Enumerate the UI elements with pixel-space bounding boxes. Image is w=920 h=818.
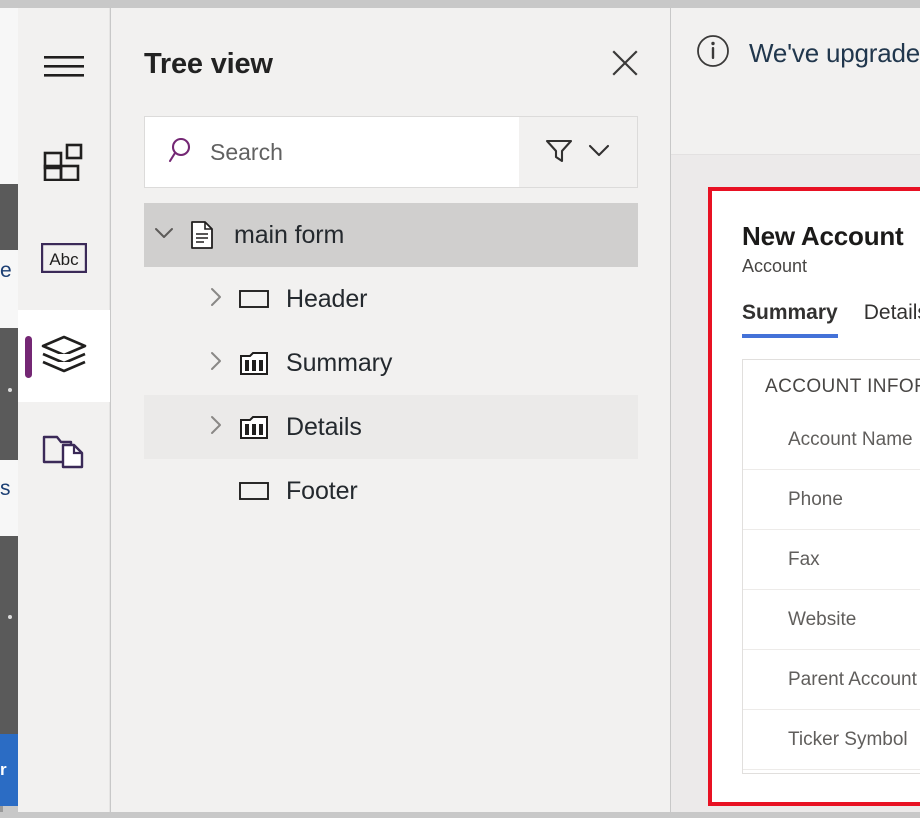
tree-node-header[interactable]: Header [144, 267, 638, 331]
tree-node-label: Footer [286, 476, 358, 505]
close-button[interactable] [608, 48, 642, 82]
form-field-label: Website [788, 608, 857, 630]
form-field-label: Phone [788, 488, 843, 510]
background-strip-light-1 [0, 8, 18, 184]
rail-item-text-fields[interactable]: Abc [18, 214, 110, 306]
info-icon [695, 33, 731, 74]
background-strip-dark-1 [0, 184, 18, 250]
background-strip-dark-3 [0, 536, 18, 730]
pages-icon [42, 431, 86, 474]
background-bottom-bar [0, 812, 920, 818]
expand-collapse-toggle[interactable] [198, 348, 234, 379]
info-notification-bar: We've upgraded [671, 8, 920, 155]
search-row: Search [144, 116, 638, 188]
rail-item-components[interactable] [18, 118, 110, 210]
background-clipped-text-1: e [0, 260, 12, 281]
chevron-right-icon [203, 348, 229, 379]
form-field-row[interactable]: Account Name [743, 410, 920, 470]
form-preview-highlight: New Account Account Summary Details ACCO… [708, 187, 920, 806]
selected-indicator [25, 336, 32, 378]
components-icon [43, 143, 85, 186]
close-icon [610, 48, 640, 83]
tree-node-label: Header [286, 284, 368, 313]
icon-rail: Abc [18, 8, 110, 812]
form-field-label: Account Name [788, 428, 913, 450]
section-title: ACCOUNT INFOR [765, 376, 920, 397]
tree-node-details[interactable]: Details [144, 395, 638, 459]
background-primary-button-label: r [0, 760, 7, 779]
form-field-list: Account Name Phone Fax Website Parent Ac… [743, 410, 920, 770]
tree-node-summary[interactable]: Summary [144, 331, 638, 395]
background-top-bar [0, 0, 920, 8]
form-field-label: Ticker Symbol [788, 728, 908, 750]
form-subtitle: Account [742, 256, 808, 276]
background-strip-dark-4 [0, 730, 18, 734]
form-field-row[interactable]: Fax [743, 530, 920, 590]
expand-collapse-toggle[interactable] [146, 220, 182, 251]
form-field-row[interactable]: Website [743, 590, 920, 650]
rail-item-hamburger-menu[interactable] [18, 22, 110, 114]
tree-node-footer[interactable]: Footer [144, 459, 638, 523]
page-title: Tree view [144, 48, 273, 80]
rail-item-tree-view[interactable] [18, 310, 110, 402]
columns-icon [234, 349, 274, 377]
form-section-card: ACCOUNT INFOR Account Name Phone Fax Web… [742, 359, 920, 774]
chevron-down-icon [585, 136, 613, 169]
filter-dropdown-button[interactable] [585, 136, 613, 169]
form-field-label: Fax [788, 548, 820, 570]
background-dot-2 [8, 615, 12, 619]
info-notification-text: We've upgraded [749, 38, 920, 68]
expand-collapse-toggle[interactable] [198, 412, 234, 443]
app-root: e s r Abc Tree view Search main form Hea… [0, 0, 920, 818]
info-notification-content: We've upgraded [695, 33, 920, 74]
rectangle-icon [234, 287, 274, 311]
tree-node-label: Details [286, 412, 362, 441]
hamburger-icon [42, 51, 86, 86]
tree-node-main-form[interactable]: main form [144, 203, 638, 267]
tree-node-label: main form [234, 220, 345, 249]
right-pane: We've upgraded New Account Account Summa… [671, 8, 920, 812]
chevron-down-icon [151, 220, 177, 251]
expand-collapse-toggle[interactable] [198, 284, 234, 315]
rail-item-pages[interactable] [18, 406, 110, 498]
tree-view-panel: Tree view Search main form Header Summar… [111, 8, 670, 812]
background-dot-1 [8, 388, 12, 392]
search-input[interactable]: Search [145, 117, 519, 187]
abc-icon: Abc [40, 242, 88, 278]
tree-node-list: main form Header Summary Details Footer [144, 203, 638, 523]
background-strip-dark-2 [0, 328, 18, 460]
chevron-right-icon [203, 412, 229, 443]
form-field-row[interactable]: Phone [743, 470, 920, 530]
filter-button[interactable] [543, 134, 575, 171]
form-field-row[interactable]: Parent Account [743, 650, 920, 710]
rectangle-icon [234, 479, 274, 503]
document-icon [182, 220, 222, 250]
form-field-label: Parent Account [788, 668, 917, 690]
columns-icon [234, 413, 274, 441]
chevron-right-icon [203, 284, 229, 315]
svg-text:Abc: Abc [49, 250, 79, 269]
filter-group [519, 117, 637, 187]
layers-icon [41, 335, 87, 378]
search-icon [168, 136, 196, 169]
tree-view-header: Tree view [111, 8, 670, 104]
search-placeholder: Search [210, 138, 283, 165]
form-tab-summary[interactable]: Summary [742, 301, 838, 338]
tree-node-label: Summary [286, 348, 393, 377]
background-clipped-text-2: s [0, 478, 11, 499]
form-tab-list: Summary Details [742, 301, 920, 338]
form-field-row[interactable]: Ticker Symbol [743, 710, 920, 770]
filter-icon [543, 134, 575, 171]
form-title: New Account [742, 221, 904, 251]
form-tab-details[interactable]: Details [864, 301, 920, 338]
